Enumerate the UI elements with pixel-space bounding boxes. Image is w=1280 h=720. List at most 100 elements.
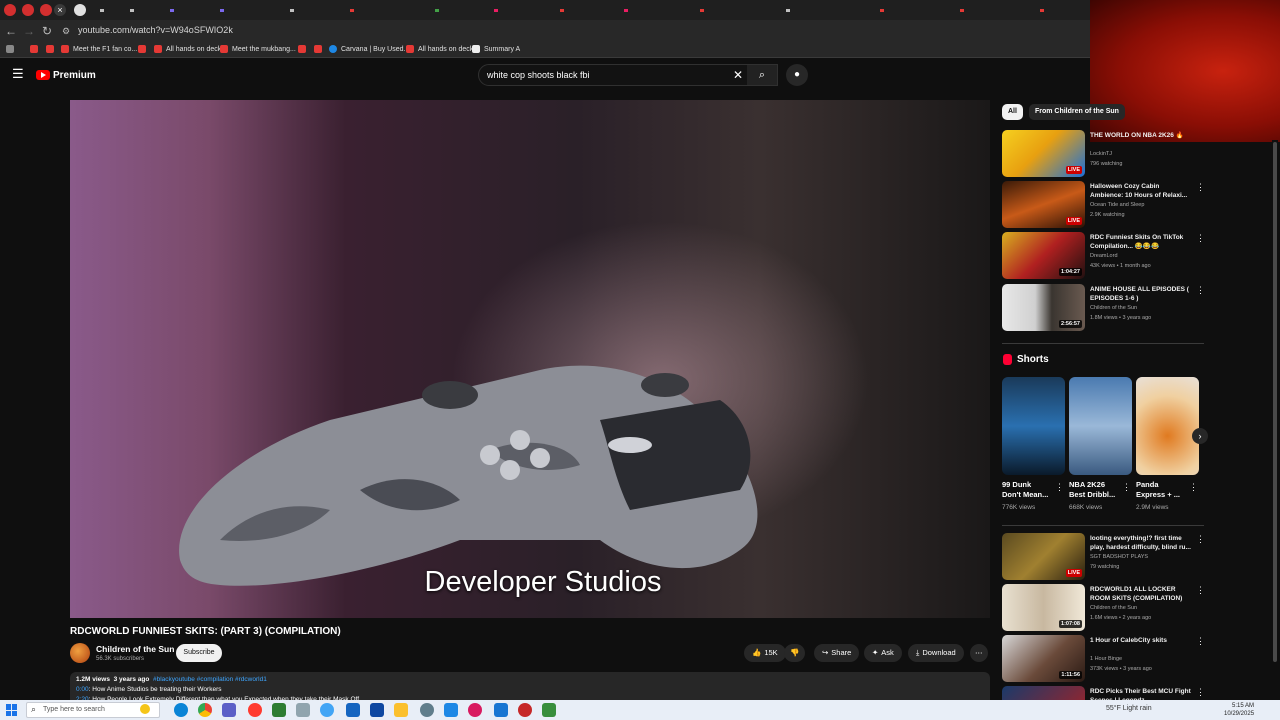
app-icon[interactable] xyxy=(296,703,310,717)
video-thumbnail[interactable]: 2:56:57 xyxy=(1002,284,1085,331)
recommended-title[interactable]: RDCWORLD1 ALL LOCKER ROOM SKITS (COMPILA… xyxy=(1090,585,1192,603)
url-field[interactable]: youtube.com/watch?v=W94oSFWIO2k xyxy=(78,25,233,35)
tab-favicon[interactable] xyxy=(1040,9,1044,12)
short-thumbnail[interactable] xyxy=(1002,377,1065,475)
channel-name[interactable]: Children of the Sun xyxy=(96,644,174,654)
recommended-title[interactable]: ANIME HOUSE ALL EPISODES ( EPISODES 1-6 … xyxy=(1090,285,1192,303)
opera-icon[interactable] xyxy=(248,703,262,717)
search-box[interactable]: white cop shoots black fbi ✕ ⌕ xyxy=(478,64,778,86)
site-info-icon[interactable]: ⚙ xyxy=(58,23,74,39)
more-options-icon[interactable]: ⋮ xyxy=(1122,482,1131,493)
widgets-icon[interactable] xyxy=(140,704,150,714)
app-icon[interactable] xyxy=(518,703,532,717)
tab-favicon[interactable] xyxy=(4,4,16,16)
recommended-channel[interactable]: SGT BADSHOT PLAYS xyxy=(1090,554,1148,560)
voice-search-button[interactable]: ● xyxy=(786,64,808,86)
recommended-title[interactable]: looting everything!? first time play, ha… xyxy=(1090,534,1192,552)
dislike-button[interactable]: 👎 xyxy=(784,644,806,662)
app-icon[interactable] xyxy=(346,703,360,717)
tab-favicon[interactable] xyxy=(786,9,790,12)
scrollbar-thumb[interactable] xyxy=(1273,142,1277,662)
short-thumbnail[interactable] xyxy=(1136,377,1199,475)
tab-favicon[interactable] xyxy=(290,9,294,12)
recommended-channel[interactable]: Children of the Sun xyxy=(1090,605,1137,611)
bookmark-item[interactable]: Meet the F1 fan co... xyxy=(61,45,137,53)
apps-grid-icon[interactable] xyxy=(6,45,14,53)
tab-close-icon[interactable]: × xyxy=(54,4,66,16)
recommended-channel[interactable]: Ocean Tide and Sleep xyxy=(1090,202,1144,208)
recommended-video[interactable]: 1:11:56 1 Hour of CalebCity skits 1 Hour… xyxy=(1002,635,1207,682)
app-icon[interactable] xyxy=(542,703,556,717)
chapter-timestamp[interactable]: 0:00 xyxy=(76,686,89,693)
share-button[interactable]: ↪ Share xyxy=(814,644,860,662)
tab-favicon[interactable] xyxy=(435,9,439,12)
windows-start-icon[interactable] xyxy=(6,704,18,716)
recommended-channel[interactable]: DreamLord xyxy=(1090,253,1118,259)
recommended-channel[interactable]: 1 Hour Binge xyxy=(1090,656,1122,662)
recommended-title[interactable]: Halloween Cozy Cabin Ambience: 10 Hours … xyxy=(1090,182,1192,200)
more-options-icon[interactable]: ⋮ xyxy=(1189,482,1198,493)
video-thumbnail[interactable] xyxy=(1002,686,1085,700)
bookmark-item[interactable]: Summary A xyxy=(472,45,520,53)
video-thumbnail[interactable]: LIVE xyxy=(1002,533,1085,580)
app-icon[interactable] xyxy=(272,703,286,717)
clear-search-icon[interactable]: ✕ xyxy=(733,68,743,82)
tab-favicon[interactable] xyxy=(624,9,628,12)
more-options-icon[interactable]: ⋮ xyxy=(1196,534,1205,545)
edge-icon[interactable] xyxy=(174,703,188,717)
more-options-icon[interactable]: ⋮ xyxy=(1196,233,1205,244)
chevron-right-icon[interactable]: › xyxy=(1192,428,1208,444)
more-options-icon[interactable]: ⋮ xyxy=(1196,636,1205,647)
more-actions-button[interactable]: ⋯ xyxy=(970,644,988,662)
youtube-logo[interactable]: Premium xyxy=(36,68,96,82)
recommended-video[interactable]: LIVE looting everything!? first time pla… xyxy=(1002,533,1207,580)
like-button[interactable]: 👍 15K xyxy=(744,644,786,662)
tab-favicon[interactable] xyxy=(40,4,52,16)
tab-favicon[interactable] xyxy=(74,4,86,16)
tab-favicon[interactable] xyxy=(880,9,884,12)
bookmark-item[interactable]: Carvana | Buy Used... xyxy=(329,45,409,53)
video-thumbnail[interactable]: 1:11:56 xyxy=(1002,635,1085,682)
recommended-video[interactable]: 1:04:27 RDC Funniest Skits On TikTok Com… xyxy=(1002,232,1207,279)
weather-widget[interactable]: 55°F Light rain xyxy=(1106,705,1152,712)
chip-from-channel[interactable]: From Children of the Sun xyxy=(1028,104,1125,120)
more-options-icon[interactable]: ⋮ xyxy=(1196,585,1205,596)
more-options-icon[interactable]: ⋮ xyxy=(1196,182,1205,193)
bookmark-item[interactable]: All hands on deck xyxy=(154,45,221,53)
tab-favicon[interactable] xyxy=(700,9,704,12)
chrome-icon[interactable] xyxy=(198,703,212,717)
search-button[interactable]: ⌕ xyxy=(747,65,777,85)
video-thumbnail[interactable]: 1:04:27 xyxy=(1002,232,1085,279)
tab-favicon[interactable] xyxy=(100,9,104,12)
back-icon[interactable]: ← xyxy=(3,23,19,39)
bookmark-favicon[interactable] xyxy=(298,45,306,53)
bookmark-favicon[interactable] xyxy=(46,45,54,53)
teams-icon[interactable] xyxy=(222,703,236,717)
search-input[interactable]: white cop shoots black fbi xyxy=(487,70,590,80)
video-thumbnail[interactable]: LIVE xyxy=(1002,130,1085,177)
bookmark-favicon[interactable] xyxy=(30,45,38,53)
hashtags[interactable]: #blackyoutube #compilation #rdcworld1 xyxy=(153,676,267,683)
video-player[interactable]: Developer Studios xyxy=(70,100,990,618)
more-options-icon[interactable]: ⋮ xyxy=(1196,687,1205,698)
ask-button[interactable]: ✦ Ask xyxy=(864,644,902,662)
short-title[interactable]: Panda Express + ... xyxy=(1136,480,1186,500)
recommended-video[interactable]: RDC Picks Their Best MCU Fight Scenes | … xyxy=(1002,686,1207,700)
app-icon[interactable] xyxy=(320,703,334,717)
recommended-title[interactable]: RDC Picks Their Best MCU Fight Scenes | … xyxy=(1090,687,1192,700)
channel-avatar[interactable] xyxy=(70,643,90,663)
recommended-channel[interactable]: LockinTJ xyxy=(1090,151,1112,157)
recommended-title[interactable]: RDC Funniest Skits On TikTok Compilation… xyxy=(1090,233,1192,251)
subscribe-button[interactable]: Subscribe xyxy=(176,644,222,662)
forward-icon[interactable]: → xyxy=(21,23,37,39)
recommended-title[interactable]: THE WORLD ON NBA 2K26 🔥 xyxy=(1090,131,1192,140)
short-title[interactable]: 99 Dunk Don't Mean... xyxy=(1002,480,1052,500)
settings-icon[interactable] xyxy=(420,703,434,717)
more-options-icon[interactable]: ⋮ xyxy=(1055,482,1064,493)
recommended-video[interactable]: 1:07:08 RDCWORLD1 ALL LOCKER ROOM SKITS … xyxy=(1002,584,1207,631)
bookmark-favicon[interactable] xyxy=(314,45,322,53)
short-title[interactable]: NBA 2K26 Best Dribbl... xyxy=(1069,480,1119,500)
tab-favicon[interactable] xyxy=(220,9,224,12)
recommended-channel[interactable]: Children of the Sun xyxy=(1090,305,1137,311)
app-icon[interactable] xyxy=(370,703,384,717)
